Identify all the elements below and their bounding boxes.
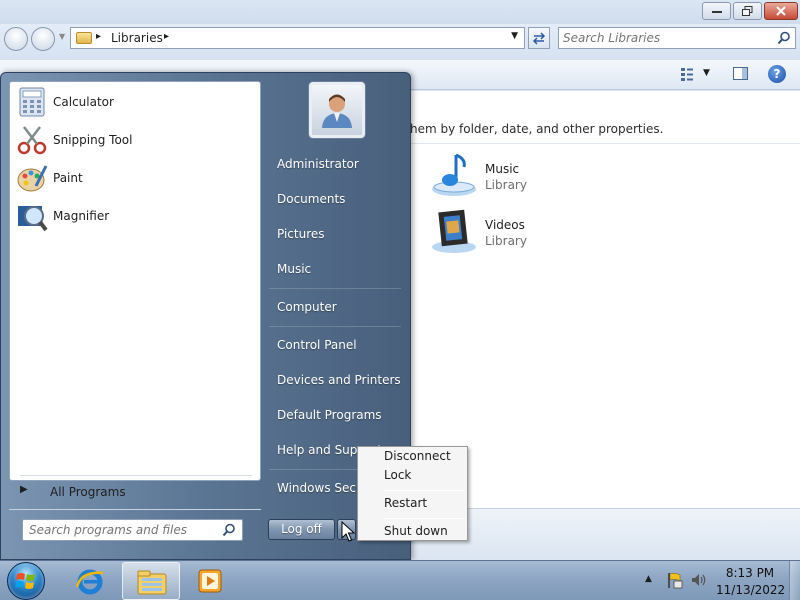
program-label: Magnifier bbox=[53, 209, 110, 223]
minimize-icon bbox=[711, 11, 722, 13]
back-button[interactable] bbox=[4, 27, 28, 51]
scissors-icon bbox=[17, 126, 47, 155]
user-picture[interactable] bbox=[308, 81, 366, 139]
divider bbox=[269, 288, 401, 289]
show-desktop-button[interactable] bbox=[789, 561, 800, 600]
library-type: Library bbox=[485, 234, 527, 248]
show-hidden-icons-arrow-icon[interactable]: ▲ bbox=[645, 574, 652, 584]
close-button[interactable] bbox=[764, 2, 798, 20]
volume-icon[interactable] bbox=[690, 571, 708, 589]
libraries-folder-icon bbox=[76, 32, 92, 44]
library-type: Library bbox=[485, 178, 527, 192]
menu-item-lock[interactable]: Lock bbox=[359, 466, 466, 486]
search-icon[interactable] bbox=[777, 31, 791, 45]
library-item-music[interactable]: Music Library bbox=[430, 151, 630, 201]
internet-explorer-icon bbox=[75, 569, 104, 595]
details-pane bbox=[410, 508, 800, 560]
library-item-videos[interactable]: Videos Library bbox=[430, 207, 630, 257]
mouse-pointer-icon bbox=[341, 521, 355, 542]
help-icon[interactable]: ? bbox=[768, 65, 786, 83]
libraries-description: hem by folder, date, and other propertie… bbox=[410, 122, 664, 136]
program-item-snipping-tool[interactable]: Snipping Tool bbox=[12, 122, 258, 158]
all-programs-label: All Programs bbox=[50, 485, 126, 499]
start-link-default-programs[interactable]: Default Programs bbox=[277, 408, 405, 428]
windows-logo-icon bbox=[15, 573, 35, 589]
refresh-icon bbox=[532, 32, 546, 45]
paint-palette-icon bbox=[17, 165, 48, 192]
menu-item-disconnect[interactable]: Disconnect bbox=[359, 447, 466, 467]
taskbar-media-player[interactable] bbox=[182, 562, 240, 600]
program-item-magnifier[interactable]: Magnifier bbox=[12, 198, 258, 234]
menu-item-shut-down[interactable]: Shut down bbox=[359, 522, 466, 542]
media-player-icon bbox=[198, 569, 222, 593]
title-bar[interactable] bbox=[0, 0, 800, 24]
all-programs-button[interactable]: ▶ All Programs bbox=[9, 483, 261, 503]
minimize-button[interactable] bbox=[702, 2, 731, 20]
library-name: Music bbox=[485, 162, 520, 176]
user-avatar-icon bbox=[322, 94, 352, 128]
start-link-control-panel[interactable]: Control Panel bbox=[277, 338, 405, 358]
start-button[interactable] bbox=[7, 562, 45, 600]
start-link-documents[interactable]: Documents bbox=[277, 192, 405, 212]
restore-icon bbox=[742, 6, 753, 16]
divider bbox=[269, 326, 401, 327]
taskbar: ▲ 8:13 PM 11/13/2022 bbox=[0, 560, 800, 600]
taskbar-windows-explorer[interactable] bbox=[122, 562, 180, 600]
refresh-button[interactable] bbox=[528, 27, 550, 49]
action-center-flag-icon[interactable] bbox=[666, 571, 684, 589]
search-icon[interactable] bbox=[222, 523, 236, 537]
clock-date[interactable]: 11/13/2022 bbox=[716, 583, 785, 597]
log-off-button[interactable]: Log off bbox=[268, 519, 335, 540]
search-box[interactable] bbox=[558, 27, 796, 49]
windows-explorer-icon bbox=[137, 570, 167, 595]
magnifier-icon bbox=[18, 206, 48, 232]
start-menu: Calculator Snipping Tool Paint Magnifier… bbox=[0, 72, 411, 560]
breadcrumb-arrow-icon[interactable]: ▸ bbox=[96, 31, 101, 42]
address-dropdown-icon[interactable]: ▼ bbox=[511, 31, 518, 41]
videos-library-icon bbox=[432, 209, 476, 253]
start-link-administrator[interactable]: Administrator bbox=[277, 157, 405, 177]
divider bbox=[20, 475, 252, 476]
start-link-devices-and-printers[interactable]: Devices and Printers bbox=[277, 373, 405, 393]
start-search-input[interactable] bbox=[29, 522, 215, 538]
address-row: ▼ ▸ Libraries ▸ ▼ bbox=[0, 24, 800, 60]
program-item-paint[interactable]: Paint bbox=[12, 160, 258, 196]
close-icon bbox=[776, 6, 786, 16]
power-options-menu: Disconnect Lock Restart Shut down bbox=[357, 446, 468, 541]
search-input[interactable] bbox=[563, 30, 763, 46]
breadcrumb-libraries[interactable]: Libraries bbox=[111, 31, 163, 45]
start-search-box[interactable] bbox=[22, 519, 243, 541]
program-label: Paint bbox=[53, 171, 83, 185]
expand-arrow-icon: ▶ bbox=[20, 484, 28, 495]
preview-pane-icon[interactable] bbox=[733, 67, 748, 80]
start-link-pictures[interactable]: Pictures bbox=[277, 227, 405, 247]
menu-separator bbox=[383, 518, 465, 519]
change-view-icon[interactable] bbox=[680, 67, 694, 81]
restore-button[interactable] bbox=[733, 2, 762, 20]
program-label: Calculator bbox=[53, 95, 114, 109]
recent-pages-dropdown-icon[interactable]: ▼ bbox=[59, 32, 65, 41]
taskbar-internet-explorer[interactable] bbox=[62, 562, 120, 600]
start-link-computer[interactable]: Computer bbox=[277, 300, 405, 320]
library-name: Videos bbox=[485, 218, 525, 232]
clock-time[interactable]: 8:13 PM bbox=[718, 566, 782, 580]
music-library-icon bbox=[432, 153, 476, 196]
start-menu-programs-pane: Calculator Snipping Tool Paint Magnifier bbox=[9, 81, 261, 481]
program-label: Snipping Tool bbox=[53, 133, 133, 147]
address-bar[interactable]: ▸ Libraries ▸ ▼ bbox=[70, 27, 525, 49]
divider bbox=[410, 143, 800, 144]
menu-separator bbox=[383, 490, 465, 491]
breadcrumb-arrow-icon[interactable]: ▸ bbox=[164, 31, 169, 42]
program-item-calculator[interactable]: Calculator bbox=[12, 84, 258, 120]
menu-item-restart[interactable]: Restart bbox=[359, 494, 466, 514]
view-options-dropdown-icon[interactable]: ▼ bbox=[703, 68, 710, 78]
calculator-icon bbox=[19, 87, 45, 117]
start-link-music[interactable]: Music bbox=[277, 262, 405, 282]
forward-button[interactable] bbox=[31, 27, 55, 51]
divider bbox=[9, 509, 261, 510]
